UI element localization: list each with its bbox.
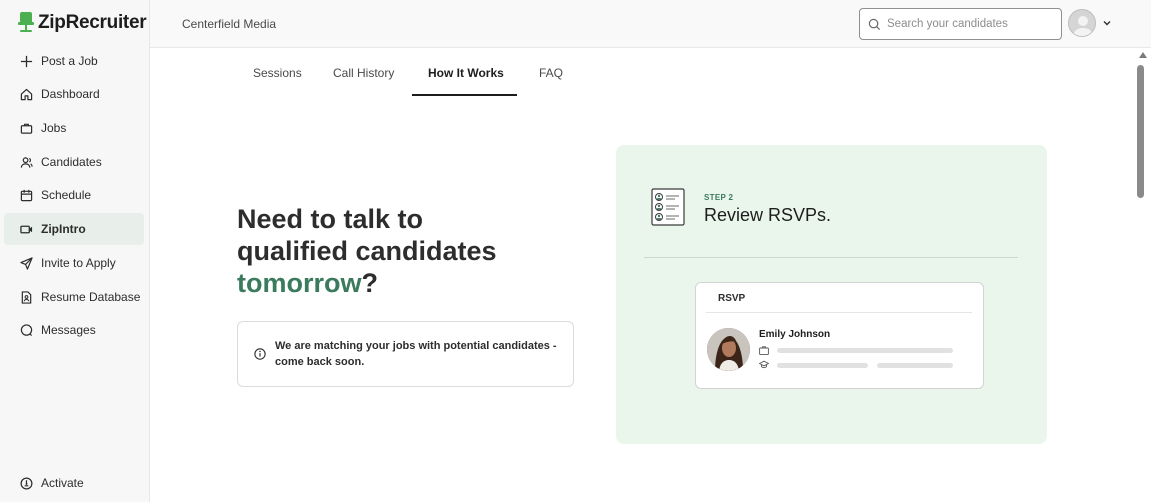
home-icon (20, 88, 33, 100)
sidebar-item-label: Post a Job (41, 54, 98, 68)
notice-text: We are matching your jobs with potential… (275, 340, 557, 368)
headline-line-1: Need to talk to (237, 204, 424, 234)
video-icon (20, 225, 33, 233)
tab-how-it-works[interactable]: How It Works (428, 66, 504, 80)
rsvp-card-title: RSVP (718, 293, 746, 304)
candidate-name: Emily Johnson (759, 329, 831, 340)
headline-highlight: tomorrow (237, 268, 362, 298)
sidebar-item-dashboard[interactable]: Dashboard (4, 78, 144, 110)
graduation-cap-icon (759, 360, 769, 368)
sidebar-item-label: Schedule (41, 188, 92, 202)
sidebar-item-invite-to-apply[interactable]: Invite to Apply (4, 247, 144, 279)
briefcase-icon (20, 123, 33, 134)
sidebar-item-label: Dashboard (41, 87, 100, 101)
step-title: Review RSVPs. (704, 205, 832, 225)
headline-suffix: ? (361, 268, 379, 298)
active-tab-indicator (412, 94, 517, 96)
sidebar-item-label: Resume Database (41, 290, 141, 304)
page-headline: Need to talk to qualified candidates tom… (237, 203, 497, 299)
document-icon (21, 290, 32, 304)
sidebar-item-label: Jobs (41, 121, 67, 135)
chair-icon (18, 12, 34, 32)
sidebar-item-candidates[interactable]: Candidates (4, 146, 144, 178)
search-input[interactable] (887, 18, 1047, 30)
vertical-scrollbar[interactable] (1135, 48, 1151, 502)
tab-call-history[interactable]: Call History (333, 66, 394, 80)
avatar-icon (1068, 9, 1096, 37)
placeholder-bar (777, 363, 868, 368)
app-root: ZipRecruiter Post a Job Dashboard Jobs C… (0, 0, 1151, 502)
sidebar-item-label: Invite to Apply (41, 256, 116, 270)
search-icon (868, 18, 881, 30)
account-menu-button[interactable] (1068, 9, 1112, 37)
sidebar-item-label: Messages (41, 323, 96, 337)
sidebar-item-post-a-job[interactable]: Post a Job (4, 45, 144, 77)
how-it-works-step-card: STEP 2 Review RSVPs. RSVP Emily Johnson (616, 145, 1047, 444)
placeholder-bar (777, 348, 953, 353)
briefcase-icon (759, 346, 769, 355)
scroll-up-arrow-icon[interactable] (1139, 52, 1147, 58)
chevron-down-icon (1103, 21, 1111, 26)
info-icon (254, 348, 266, 360)
step-label: STEP 2 (704, 193, 734, 202)
tab-faq[interactable]: FAQ (539, 66, 563, 80)
sidebar-item-label: Candidates (41, 155, 102, 169)
divider (706, 312, 972, 313)
matching-notice: We are matching your jobs with potential… (237, 321, 574, 387)
search-box[interactable] (859, 8, 1062, 40)
sidebar: ZipRecruiter Post a Job Dashboard Jobs C… (0, 0, 150, 502)
sidebar-item-label: ZipIntro (41, 222, 86, 236)
headline-line-2: qualified candidates (237, 236, 497, 266)
scroll-thumb[interactable] (1137, 65, 1144, 198)
divider (644, 257, 1018, 258)
sidebar-item-resume-database[interactable]: Resume Database (4, 281, 144, 313)
sidebar-item-zipintro[interactable]: ZipIntro (4, 213, 144, 245)
brand-logo[interactable]: ZipRecruiter (18, 12, 147, 34)
placeholder-bar (877, 363, 953, 368)
activate-icon (20, 477, 33, 489)
sidebar-item-schedule[interactable]: Schedule (4, 179, 144, 211)
sidebar-item-activate[interactable]: Activate (4, 467, 144, 499)
users-icon (20, 156, 33, 168)
candidate-photo (707, 328, 750, 371)
rsvp-card: RSVP Emily Johnson (695, 282, 984, 389)
rsvp-list-icon (651, 188, 685, 226)
brand-name: ZipRecruiter (38, 12, 147, 33)
sidebar-item-messages[interactable]: Messages (4, 314, 144, 346)
sidebar-item-label: Activate (41, 476, 84, 490)
message-icon (20, 323, 33, 336)
send-icon (20, 256, 33, 270)
tab-bar: Sessions Call History How It Works FAQ (150, 48, 1135, 98)
sidebar-item-jobs[interactable]: Jobs (4, 112, 144, 144)
top-header: Centerfield Media (150, 0, 1151, 48)
calendar-icon (20, 189, 33, 201)
tab-sessions[interactable]: Sessions (253, 66, 302, 80)
company-name: Centerfield Media (182, 17, 277, 31)
plus-icon (20, 55, 33, 67)
